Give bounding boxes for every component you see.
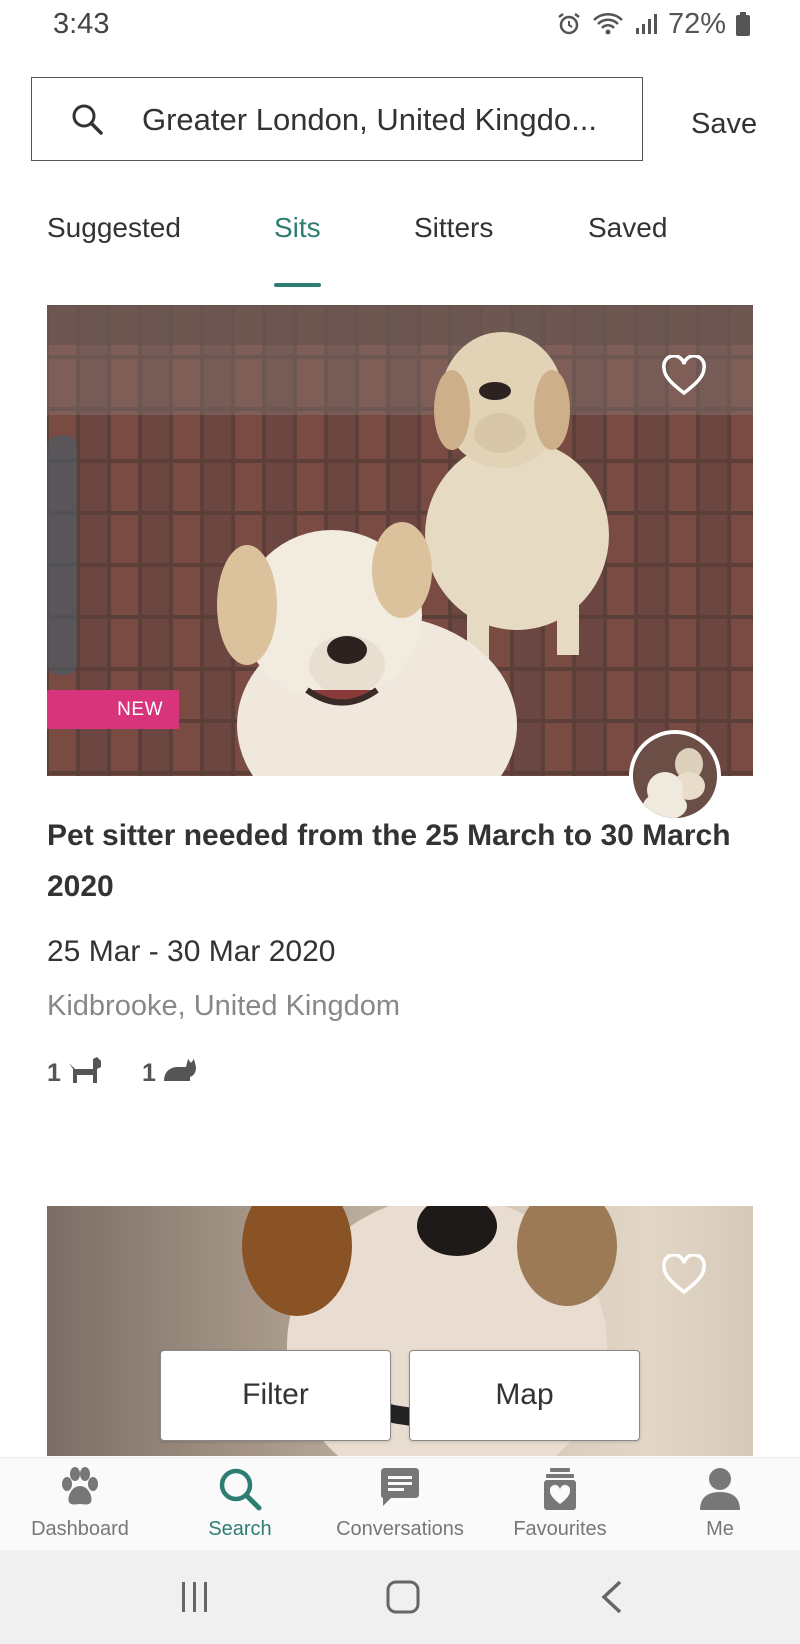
recent-apps-icon[interactable] [180,1580,210,1619]
dog-count: 1 [47,1055,103,1092]
wifi-icon [592,11,624,37]
signal-icon [634,12,658,36]
favourites-icon [540,1466,580,1517]
nav-conversations-label: Conversations [336,1518,464,1540]
favourite-heart-icon[interactable] [661,354,707,402]
battery-icon [736,12,750,36]
search-icon [70,102,104,141]
nav-conversations[interactable]: Conversations [320,1458,480,1551]
filter-button[interactable]: Filter [160,1350,391,1441]
active-tab-indicator [274,283,321,287]
dog-icon [67,1055,103,1092]
status-bar: 3:43 72% [0,0,800,48]
avatar-image [633,734,717,818]
paw-icon [57,1466,103,1515]
status-icons: 72% [556,8,750,40]
nav-dashboard-label: Dashboard [31,1518,129,1540]
status-time: 3:43 [53,8,110,40]
nav-me-label: Me [706,1518,734,1540]
listing-title[interactable]: Pet sitter needed from the 25 March to 3… [47,810,737,912]
tab-suggested[interactable]: Suggested [47,212,181,244]
nav-search-label: Search [208,1518,272,1540]
cat-count: 1 [142,1055,198,1092]
search-input[interactable]: Greater London, United Kingdo... [31,77,643,161]
battery-percent: 72% [667,7,726,40]
system-nav-bar [0,1550,800,1644]
tab-sitters[interactable]: Sitters [414,212,493,244]
map-button[interactable]: Map [409,1350,640,1441]
favourite-heart-icon-2[interactable] [661,1253,707,1301]
person-icon [698,1466,742,1517]
search-value: Greater London, United Kingdo... [142,102,597,137]
nav-dashboard[interactable]: Dashboard [0,1458,160,1551]
nav-favourites[interactable]: Favourites [480,1458,640,1551]
search-icon [217,1466,263,1517]
listing-photo-2-illustration [242,1206,617,1456]
back-icon[interactable] [600,1580,624,1619]
home-icon[interactable] [386,1580,420,1619]
cat-count-value: 1 [142,1059,156,1087]
listing-dates: 25 Mar - 30 Mar 2020 [47,935,336,968]
owner-avatar[interactable] [629,730,721,822]
bottom-nav: Dashboard Search Conversations Favourite… [0,1457,800,1551]
dog-count-value: 1 [47,1059,61,1087]
alarm-icon [556,11,582,37]
chat-icon [377,1466,423,1515]
new-badge: NEW [47,690,179,729]
tab-sits[interactable]: Sits [274,212,321,244]
nav-me[interactable]: Me [640,1458,800,1551]
cat-icon [162,1055,198,1092]
tab-saved[interactable]: Saved [588,212,667,244]
listing-location: Kidbrooke, United Kingdom [47,990,401,1022]
nav-search[interactable]: Search [160,1458,320,1551]
listing-photo-2[interactable] [47,1206,753,1456]
nav-favourites-label: Favourites [513,1518,607,1540]
save-search-button[interactable]: Save [691,108,757,141]
